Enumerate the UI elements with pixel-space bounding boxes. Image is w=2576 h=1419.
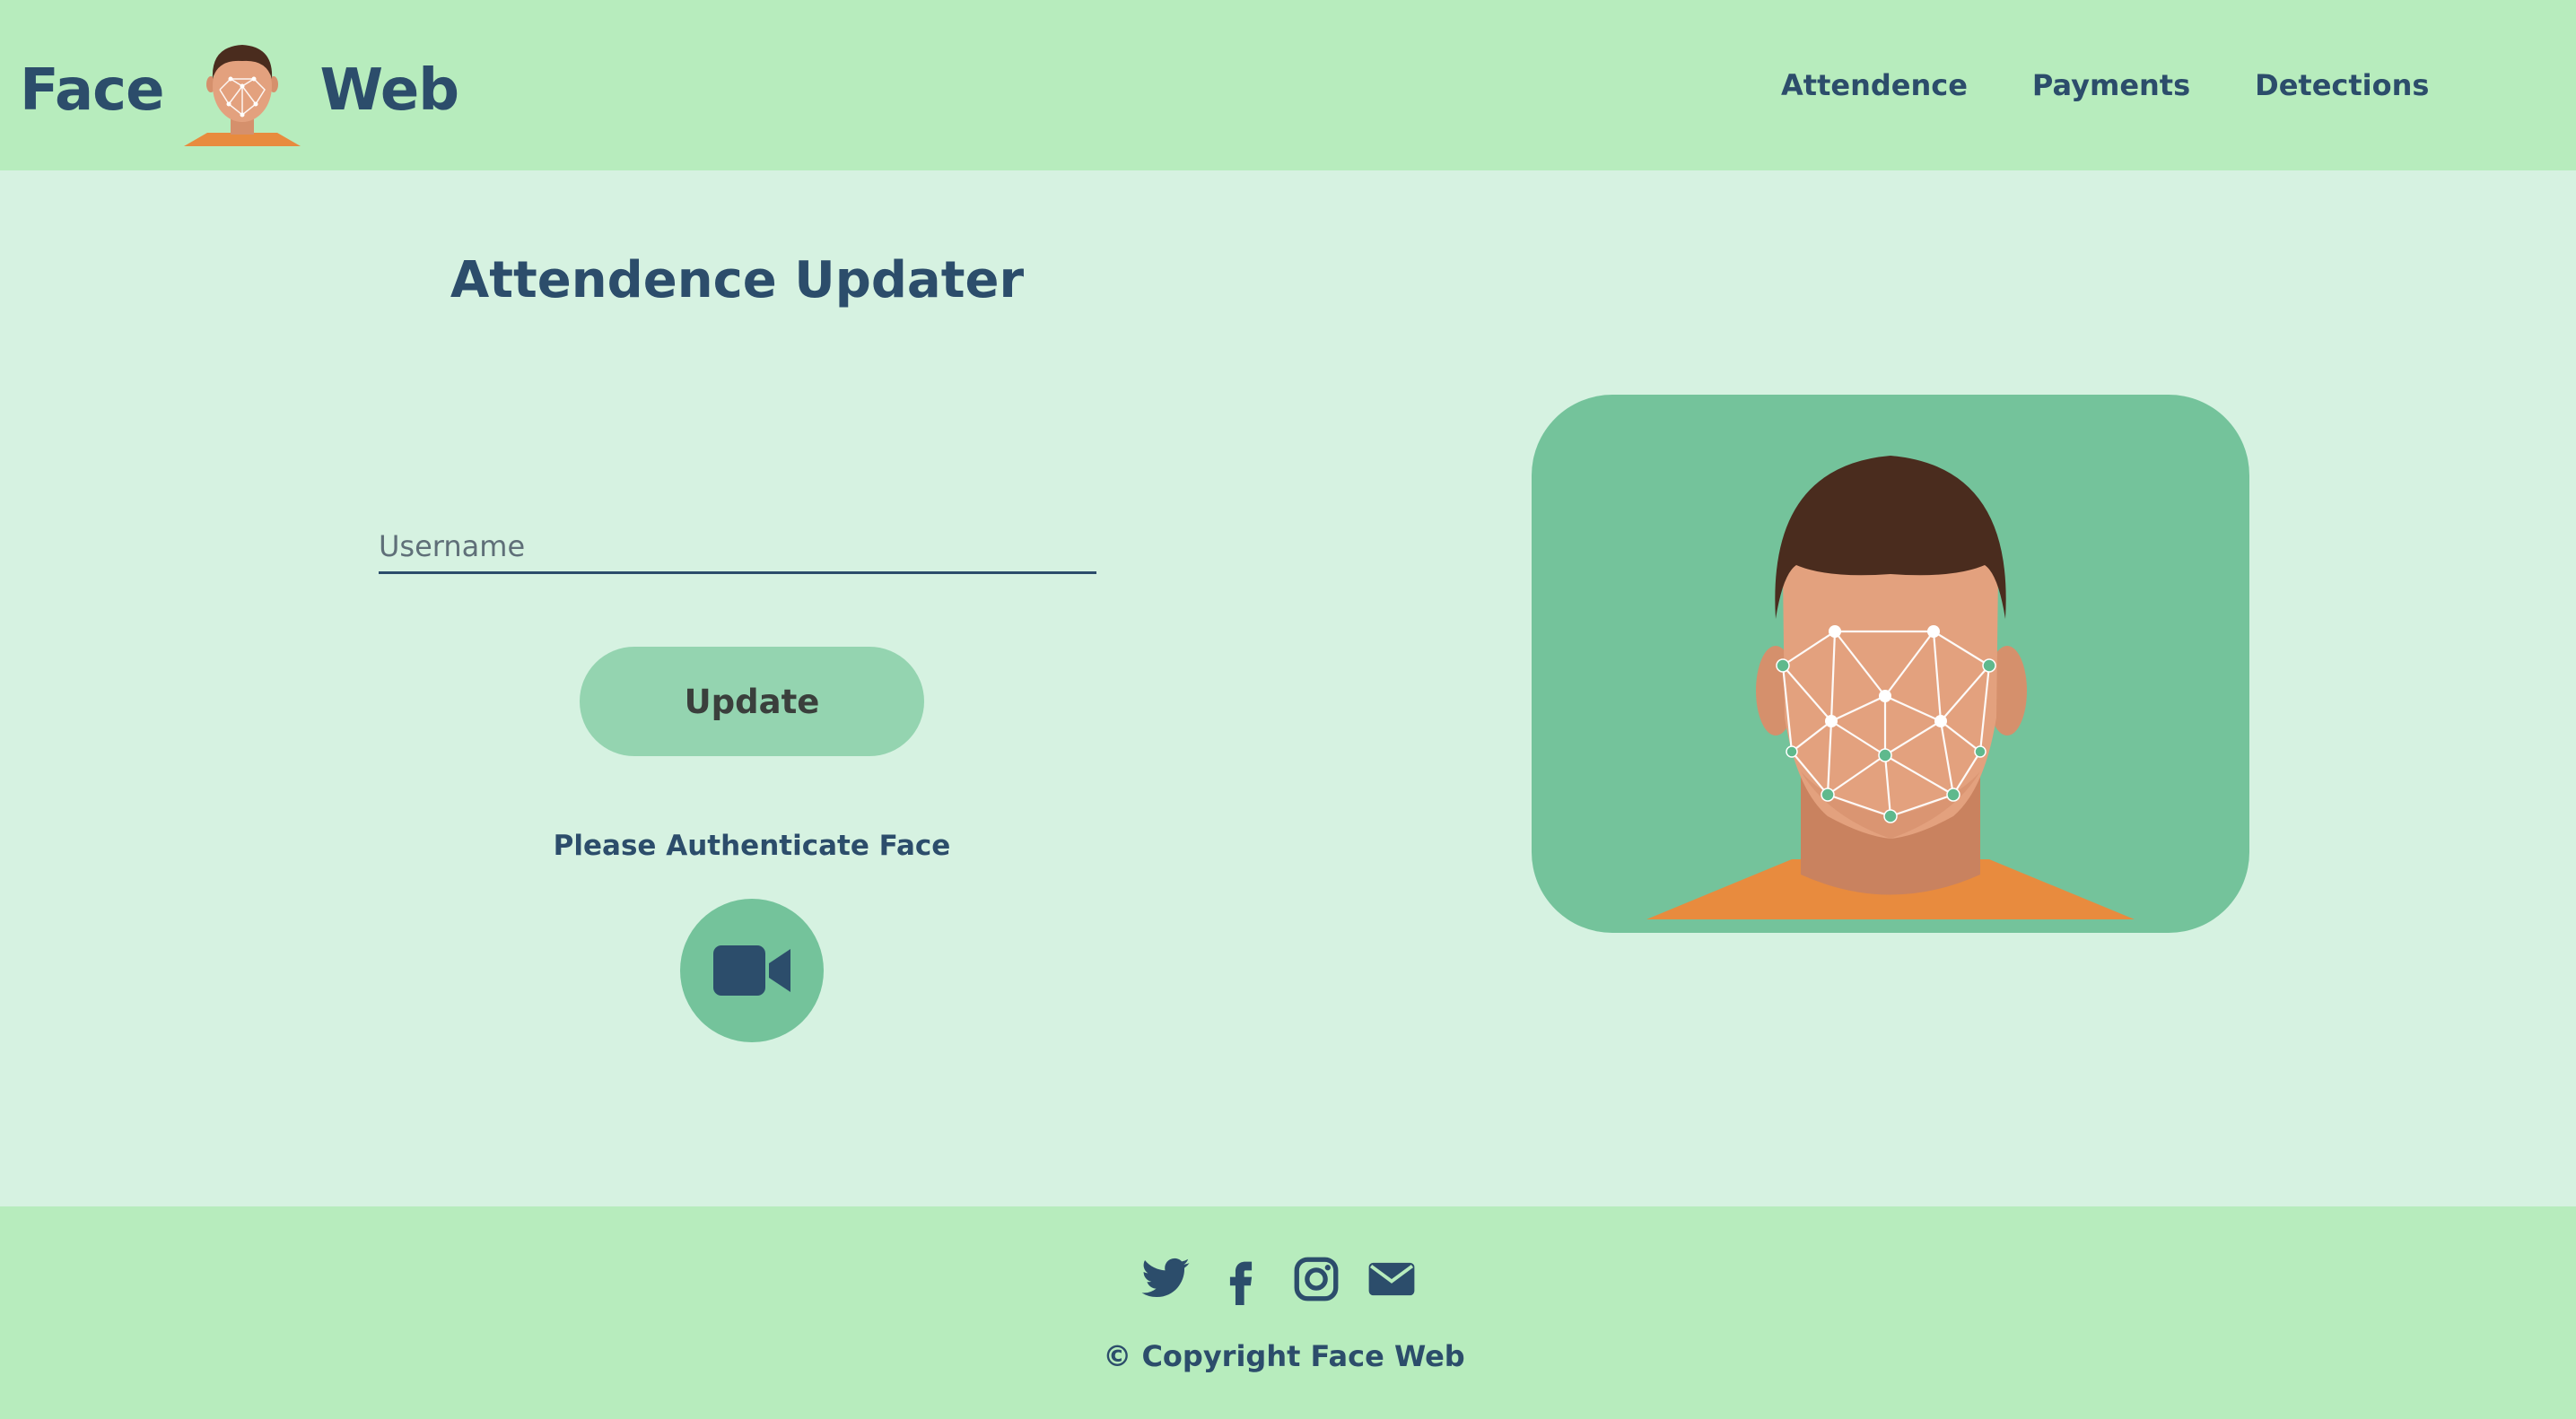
face-recognition-mesh-illustration [1646,456,2135,919]
copyright-text: © Copyright Face Web [1103,1339,1465,1373]
email-link[interactable] [1366,1253,1418,1305]
face-scan-avatar-icon [183,45,301,146]
brand[interactable]: Face Web [20,34,460,146]
footer: © Copyright Face Web [0,1206,2576,1419]
page-title: Attendence Updater [450,251,1025,309]
brand-word-right: Web [319,57,460,124]
facebook-link[interactable] [1215,1253,1267,1305]
facebook-icon [1229,1261,1253,1305]
main-nav: Attendence Payments Detections [1781,68,2493,102]
envelope-icon [1368,1262,1415,1296]
twitter-icon [1141,1258,1190,1298]
main-content: Attendence Updater Update Please Authent… [0,170,2576,1206]
instagram-link[interactable] [1290,1253,1342,1305]
brand-word-left: Face [20,57,164,124]
social-links [1140,1253,1441,1305]
video-camera-icon [713,945,790,996]
username-input[interactable] [379,520,1096,574]
nav-link-payments[interactable]: Payments [2032,68,2190,102]
face-recognition-illustration [1532,395,2249,933]
camera-button[interactable] [680,899,824,1042]
nav-link-detections[interactable]: Detections [2255,68,2429,102]
nav-link-attendence[interactable]: Attendence [1781,68,1968,102]
instagram-icon [1294,1257,1339,1301]
twitter-link[interactable] [1140,1253,1192,1305]
update-button[interactable]: Update [580,647,924,756]
top-navbar: Face Web Attendence Payments Detections [0,0,2576,170]
authenticate-prompt: Please Authenticate Face [553,830,951,862]
